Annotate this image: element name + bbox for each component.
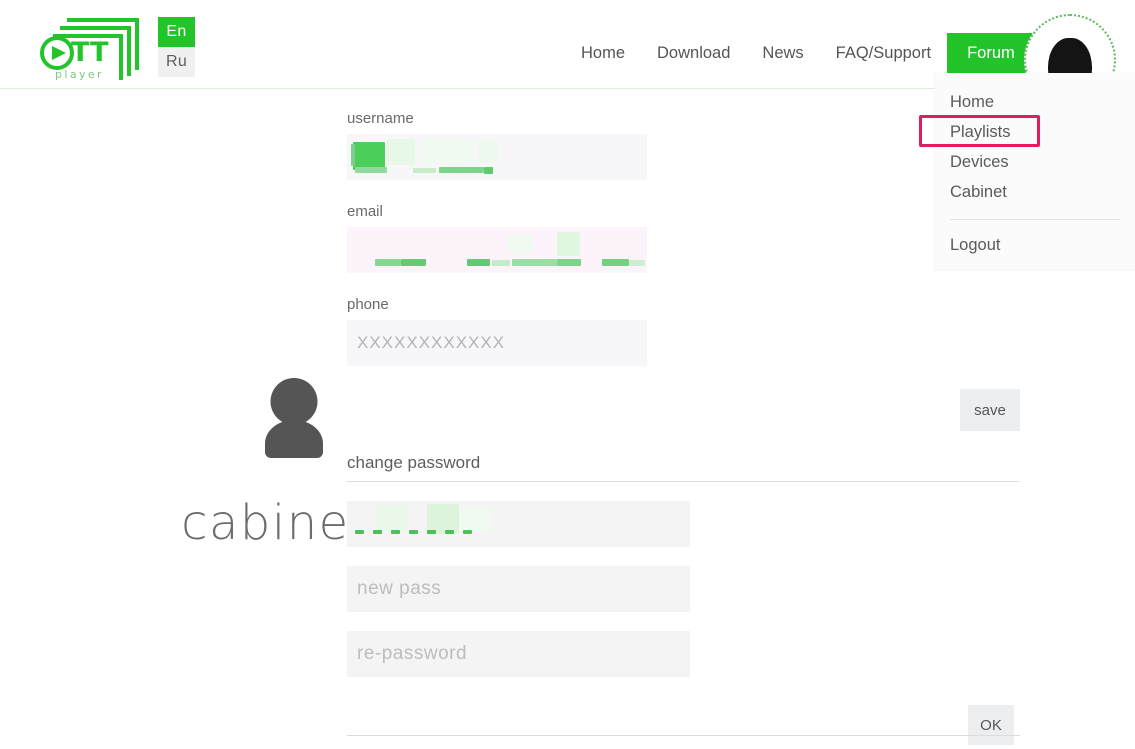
- field-group-email: email: [347, 203, 1020, 273]
- current-password-input[interactable]: [347, 501, 690, 547]
- person-icon-head: [270, 378, 318, 425]
- menu-divider: [950, 219, 1120, 220]
- lang-option-ru[interactable]: Ru: [158, 47, 195, 77]
- repeat-password-row: re-password: [347, 631, 1020, 677]
- repeat-password-placeholder: re-password: [357, 643, 468, 664]
- nav-item-forum[interactable]: Forum: [947, 33, 1035, 73]
- menu-item-playlists[interactable]: Playlists: [919, 115, 1135, 147]
- menu-item-cabinet[interactable]: Cabinet: [935, 177, 1135, 207]
- menu-item-home[interactable]: Home: [935, 87, 1135, 117]
- email-redaction: [347, 227, 647, 273]
- main-navigation: Home Download News FAQ/Support Forum: [565, 33, 1035, 73]
- svg-text:player: player: [55, 68, 104, 81]
- nav-item-news[interactable]: News: [746, 33, 819, 73]
- ok-button[interactable]: OK: [968, 705, 1014, 745]
- save-button[interactable]: save: [960, 389, 1020, 431]
- save-row: save: [347, 389, 1020, 445]
- phone-placeholder: XXXXXXXXXXXX: [357, 333, 506, 352]
- ott-player-logo[interactable]: TT player: [33, 8, 153, 82]
- user-menu-dropdown: Home Playlists Devices Cabinet Logout: [919, 73, 1135, 269]
- menu-item-logout[interactable]: Logout: [935, 230, 1135, 260]
- current-password-row: [347, 501, 1020, 547]
- change-password-heading: change password: [347, 453, 1020, 482]
- current-password-redaction: [347, 501, 690, 547]
- username-label: username: [347, 110, 414, 127]
- bottom-divider: [347, 735, 1020, 736]
- new-password-row: new pass: [347, 566, 1020, 612]
- email-label: email: [347, 203, 383, 220]
- field-group-username: username: [347, 110, 1020, 180]
- nav-item-home[interactable]: Home: [565, 33, 641, 73]
- username-redaction: [347, 134, 647, 180]
- page-root: TT player En Ru Home Download News FAQ/S…: [0, 0, 1135, 749]
- profile-form: username email phone XXXXXXXXXXXX save c…: [347, 110, 1020, 749]
- nav-item-download[interactable]: Download: [641, 33, 746, 73]
- language-switcher[interactable]: En Ru: [158, 17, 195, 77]
- field-group-phone: phone XXXXXXXXXXXX: [347, 296, 1020, 366]
- lang-option-en[interactable]: En: [158, 17, 195, 47]
- new-password-placeholder: new pass: [357, 578, 442, 599]
- ok-row: OK: [347, 705, 1020, 749]
- page-title: cabinet: [181, 495, 370, 551]
- svg-text:TT: TT: [71, 37, 109, 68]
- nav-item-faq-support[interactable]: FAQ/Support: [820, 33, 947, 73]
- phone-input[interactable]: XXXXXXXXXXXX: [347, 320, 647, 366]
- new-password-input[interactable]: new pass: [347, 566, 690, 612]
- username-input[interactable]: [347, 134, 647, 180]
- person-icon-body: [265, 420, 323, 458]
- repeat-password-input[interactable]: re-password: [347, 631, 690, 677]
- person-icon: [265, 378, 323, 458]
- email-input[interactable]: [347, 227, 647, 273]
- menu-item-devices[interactable]: Devices: [935, 147, 1135, 177]
- phone-label: phone: [347, 296, 389, 313]
